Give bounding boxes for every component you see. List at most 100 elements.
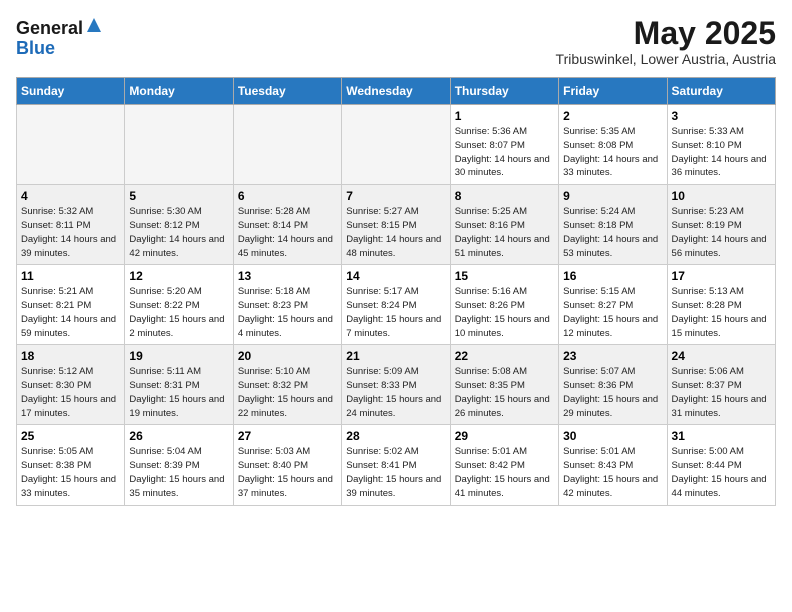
day-details: Sunrise: 5:06 AMSunset: 8:37 PMDaylight:… xyxy=(672,366,767,418)
day-details: Sunrise: 5:11 AMSunset: 8:31 PMDaylight:… xyxy=(129,366,224,418)
week-row-1: 1 Sunrise: 5:36 AMSunset: 8:07 PMDaylight… xyxy=(17,105,776,185)
day-details: Sunrise: 5:12 AMSunset: 8:30 PMDaylight:… xyxy=(21,366,116,418)
header-day-tuesday: Tuesday xyxy=(233,78,341,105)
calendar-cell: 16Sunrise: 5:15 AMSunset: 8:27 PMDayligh… xyxy=(559,265,667,345)
header-day-saturday: Saturday xyxy=(667,78,775,105)
calendar-cell: 24Sunrise: 5:06 AMSunset: 8:37 PMDayligh… xyxy=(667,345,775,425)
calendar-cell: 9 Sunrise: 5:24 AMSunset: 8:18 PMDaylight… xyxy=(559,185,667,265)
day-number: 27 xyxy=(238,429,337,443)
calendar-header: SundayMondayTuesdayWednesdayThursdayFrid… xyxy=(17,78,776,105)
day-number: 17 xyxy=(672,269,771,283)
calendar-cell: 25 Sunrise: 5:05 AMSunset: 8:38 PMDayligh… xyxy=(17,425,125,505)
page-header: General Blue May 2025 Tribuswinkel, Lowe… xyxy=(16,16,776,67)
calendar-table: SundayMondayTuesdayWednesdayThursdayFrid… xyxy=(16,77,776,505)
calendar-cell: 1 Sunrise: 5:36 AMSunset: 8:07 PMDaylight… xyxy=(450,105,558,185)
day-number: 4 xyxy=(21,189,120,203)
calendar-cell: 3 Sunrise: 5:33 AMSunset: 8:10 PMDaylight… xyxy=(667,105,775,185)
day-details: Sunrise: 5:33 AMSunset: 8:10 PMDaylight:… xyxy=(672,126,767,178)
calendar-cell: 30 Sunrise: 5:01 AMSunset: 8:43 PMDayligh… xyxy=(559,425,667,505)
calendar-cell: 29 Sunrise: 5:01 AMSunset: 8:42 PMDayligh… xyxy=(450,425,558,505)
header-day-thursday: Thursday xyxy=(450,78,558,105)
day-number: 12 xyxy=(129,269,228,283)
day-details: Sunrise: 5:00 AMSunset: 8:44 PMDaylight:… xyxy=(672,446,767,498)
day-details: Sunrise: 5:23 AMSunset: 8:19 PMDaylight:… xyxy=(672,206,767,258)
day-number: 23 xyxy=(563,349,662,363)
day-number: 3 xyxy=(672,109,771,123)
calendar-body: 1 Sunrise: 5:36 AMSunset: 8:07 PMDaylight… xyxy=(17,105,776,505)
day-number: 15 xyxy=(455,269,554,283)
day-details: Sunrise: 5:20 AMSunset: 8:22 PMDaylight:… xyxy=(129,286,224,338)
day-number: 31 xyxy=(672,429,771,443)
day-details: Sunrise: 5:02 AMSunset: 8:41 PMDaylight:… xyxy=(346,446,441,498)
day-details: Sunrise: 5:15 AMSunset: 8:27 PMDaylight:… xyxy=(563,286,658,338)
title-block: May 2025 Tribuswinkel, Lower Austria, Au… xyxy=(556,16,776,67)
day-details: Sunrise: 5:32 AMSunset: 8:11 PMDaylight:… xyxy=(21,206,116,258)
calendar-cell: 12 Sunrise: 5:20 AMSunset: 8:22 PMDayligh… xyxy=(125,265,233,345)
calendar-cell: 27Sunrise: 5:03 AMSunset: 8:40 PMDayligh… xyxy=(233,425,341,505)
day-number: 10 xyxy=(672,189,771,203)
day-number: 7 xyxy=(346,189,445,203)
day-number: 25 xyxy=(21,429,120,443)
calendar-cell xyxy=(17,105,125,185)
day-number: 20 xyxy=(238,349,337,363)
day-details: Sunrise: 5:17 AMSunset: 8:24 PMDaylight:… xyxy=(346,286,441,338)
location-title: Tribuswinkel, Lower Austria, Austria xyxy=(556,51,776,67)
day-details: Sunrise: 5:18 AMSunset: 8:23 PMDaylight:… xyxy=(238,286,333,338)
day-number: 22 xyxy=(455,349,554,363)
day-number: 5 xyxy=(129,189,228,203)
calendar-cell: 8 Sunrise: 5:25 AMSunset: 8:16 PMDaylight… xyxy=(450,185,558,265)
day-details: Sunrise: 5:35 AMSunset: 8:08 PMDaylight:… xyxy=(563,126,658,178)
day-details: Sunrise: 5:01 AMSunset: 8:43 PMDaylight:… xyxy=(563,446,658,498)
day-details: Sunrise: 5:13 AMSunset: 8:28 PMDaylight:… xyxy=(672,286,767,338)
day-number: 18 xyxy=(21,349,120,363)
day-number: 30 xyxy=(563,429,662,443)
calendar-cell: 21Sunrise: 5:09 AMSunset: 8:33 PMDayligh… xyxy=(342,345,450,425)
day-number: 8 xyxy=(455,189,554,203)
day-details: Sunrise: 5:27 AMSunset: 8:15 PMDaylight:… xyxy=(346,206,441,258)
day-details: Sunrise: 5:30 AMSunset: 8:12 PMDaylight:… xyxy=(129,206,224,258)
header-row: SundayMondayTuesdayWednesdayThursdayFrid… xyxy=(17,78,776,105)
day-number: 14 xyxy=(346,269,445,283)
day-details: Sunrise: 5:24 AMSunset: 8:18 PMDaylight:… xyxy=(563,206,658,258)
week-row-2: 4 Sunrise: 5:32 AMSunset: 8:11 PMDaylight… xyxy=(17,185,776,265)
week-row-5: 25 Sunrise: 5:05 AMSunset: 8:38 PMDayligh… xyxy=(17,425,776,505)
day-details: Sunrise: 5:01 AMSunset: 8:42 PMDaylight:… xyxy=(455,446,550,498)
logo-blue-text: Blue xyxy=(16,38,55,58)
calendar-cell: 22Sunrise: 5:08 AMSunset: 8:35 PMDayligh… xyxy=(450,345,558,425)
calendar-cell: 6 Sunrise: 5:28 AMSunset: 8:14 PMDaylight… xyxy=(233,185,341,265)
day-details: Sunrise: 5:21 AMSunset: 8:21 PMDaylight:… xyxy=(21,286,116,338)
calendar-cell: 26Sunrise: 5:04 AMSunset: 8:39 PMDayligh… xyxy=(125,425,233,505)
logo: General Blue xyxy=(16,16,103,59)
day-number: 21 xyxy=(346,349,445,363)
header-day-sunday: Sunday xyxy=(17,78,125,105)
calendar-cell: 15Sunrise: 5:16 AMSunset: 8:26 PMDayligh… xyxy=(450,265,558,345)
day-number: 6 xyxy=(238,189,337,203)
day-number: 28 xyxy=(346,429,445,443)
week-row-3: 11Sunrise: 5:21 AMSunset: 8:21 PMDayligh… xyxy=(17,265,776,345)
day-number: 9 xyxy=(563,189,662,203)
day-details: Sunrise: 5:25 AMSunset: 8:16 PMDaylight:… xyxy=(455,206,550,258)
calendar-cell: 20Sunrise: 5:10 AMSunset: 8:32 PMDayligh… xyxy=(233,345,341,425)
calendar-cell: 4 Sunrise: 5:32 AMSunset: 8:11 PMDaylight… xyxy=(17,185,125,265)
calendar-cell: 7 Sunrise: 5:27 AMSunset: 8:15 PMDaylight… xyxy=(342,185,450,265)
calendar-cell xyxy=(342,105,450,185)
day-details: Sunrise: 5:07 AMSunset: 8:36 PMDaylight:… xyxy=(563,366,658,418)
calendar-cell: 10 Sunrise: 5:23 AMSunset: 8:19 PMDayligh… xyxy=(667,185,775,265)
day-details: Sunrise: 5:36 AMSunset: 8:07 PMDaylight:… xyxy=(455,126,550,178)
day-number: 26 xyxy=(129,429,228,443)
logo-general-text: General xyxy=(16,19,83,37)
day-number: 29 xyxy=(455,429,554,443)
calendar-cell xyxy=(125,105,233,185)
calendar-cell: 17 Sunrise: 5:13 AMSunset: 8:28 PMDayligh… xyxy=(667,265,775,345)
day-number: 1 xyxy=(455,109,554,123)
calendar-cell: 5 Sunrise: 5:30 AMSunset: 8:12 PMDaylight… xyxy=(125,185,233,265)
calendar-cell: 28 Sunrise: 5:02 AMSunset: 8:41 PMDayligh… xyxy=(342,425,450,505)
calendar-cell xyxy=(233,105,341,185)
calendar-cell: 2Sunrise: 5:35 AMSunset: 8:08 PMDaylight… xyxy=(559,105,667,185)
calendar-cell: 11Sunrise: 5:21 AMSunset: 8:21 PMDayligh… xyxy=(17,265,125,345)
day-details: Sunrise: 5:28 AMSunset: 8:14 PMDaylight:… xyxy=(238,206,333,258)
day-details: Sunrise: 5:05 AMSunset: 8:38 PMDaylight:… xyxy=(21,446,116,498)
calendar-cell: 19Sunrise: 5:11 AMSunset: 8:31 PMDayligh… xyxy=(125,345,233,425)
calendar-cell: 13Sunrise: 5:18 AMSunset: 8:23 PMDayligh… xyxy=(233,265,341,345)
calendar-cell: 14 Sunrise: 5:17 AMSunset: 8:24 PMDayligh… xyxy=(342,265,450,345)
